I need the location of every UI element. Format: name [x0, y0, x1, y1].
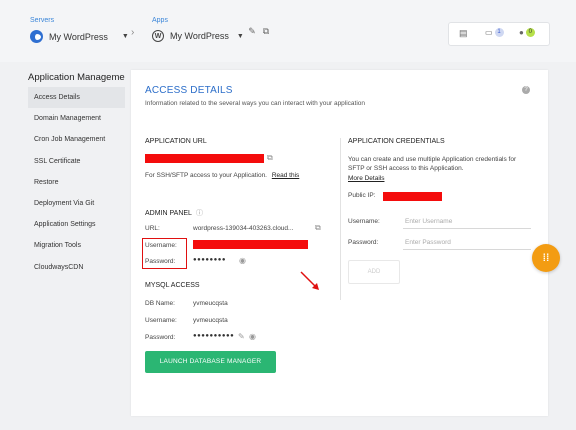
db-name-value: yvmeucqsta: [193, 300, 228, 307]
redacted-admin-username: [193, 240, 308, 249]
app-credentials-heading: APPLICATION CREDENTIALS: [348, 138, 445, 145]
sidebar-item-deployment-via-git[interactable]: Deployment Via Git: [28, 193, 125, 214]
public-ip-label: Public IP:: [348, 192, 376, 199]
server-name: My WordPress: [49, 31, 108, 42]
quick-actions-box: ▤ ▭ 1 ● 0: [448, 22, 550, 46]
server-selector[interactable]: My WordPress ▼: [30, 30, 129, 43]
page-subtitle: Information related to the several ways …: [145, 100, 366, 107]
mysql-access-heading: MYSQL ACCESS: [145, 282, 200, 289]
admin-password-label: Password:: [145, 258, 176, 265]
external-link-icon[interactable]: ⧉: [267, 153, 273, 163]
admin-panel-heading: ADMIN PANEL ⓘ: [145, 209, 203, 218]
wordpress-logo-icon: W: [152, 30, 164, 42]
application-url-heading: APPLICATION URL: [145, 138, 207, 145]
projects-folder-button[interactable]: ▭ 1: [485, 28, 504, 37]
external-link-icon[interactable]: ⧉: [260, 25, 272, 37]
sidebar-item-application-settings[interactable]: Application Settings: [28, 214, 125, 235]
annotation-arrow-icon: [300, 271, 319, 290]
user-icon: ●: [519, 28, 524, 37]
column-divider: [340, 138, 341, 300]
pencil-icon[interactable]: ✎: [238, 332, 245, 341]
team-members-button[interactable]: ● 0: [519, 28, 535, 37]
add-credentials-button[interactable]: ADD: [348, 260, 400, 284]
info-icon: ⓘ: [195, 210, 203, 217]
cloudways-logo-icon: [30, 30, 43, 43]
cred-username-label: Username:: [348, 218, 380, 225]
admin-password-mask: ●●●●●●●●: [193, 257, 226, 263]
read-this-link[interactable]: Read this: [272, 172, 299, 179]
db-name-label: DB Name:: [145, 300, 175, 307]
sidebar-item-domain-management[interactable]: Domain Management: [28, 108, 125, 129]
sidebar-item-restore[interactable]: Restore: [28, 172, 125, 193]
username-input[interactable]: Enter Username: [403, 215, 531, 229]
admin-username-label: Username:: [145, 242, 177, 249]
apps-label: Apps: [152, 17, 168, 24]
folder-icon: ▭: [485, 28, 493, 37]
external-link-icon[interactable]: ⧉: [315, 223, 321, 233]
access-details-card: ACCESS DETAILS Information related to th…: [131, 70, 548, 416]
sidebar-title: Application Management: [28, 72, 125, 83]
grid-icon: ⁞⁞: [542, 252, 550, 264]
admin-url-value[interactable]: wordpress-139034-403263.cloud...: [193, 225, 293, 232]
floating-menu-button[interactable]: ⁞⁞: [532, 244, 560, 272]
app-selector[interactable]: W My WordPress ▼: [152, 30, 244, 42]
db-password-mask: ●●●●●●●●●●: [193, 333, 235, 339]
top-bar: Servers My WordPress ▼ › Apps W My WordP…: [0, 0, 576, 62]
redacted-app-url: [145, 154, 264, 163]
sidebar: Application Management Access Details Do…: [28, 72, 125, 278]
sidebar-item-migration-tools[interactable]: Migration Tools: [28, 235, 125, 256]
more-details-link[interactable]: More Details: [348, 175, 384, 182]
eye-icon[interactable]: ◉: [249, 332, 256, 341]
db-username-label: Username:: [145, 317, 177, 324]
sidebar-item-cron-job-management[interactable]: Cron Job Management: [28, 129, 125, 150]
app-name: My WordPress: [170, 31, 229, 41]
sftp-note: For SSH/SFTP access to your Application.…: [145, 172, 300, 179]
password-input[interactable]: Enter Password: [403, 236, 531, 250]
page-title: ACCESS DETAILS: [145, 85, 233, 96]
db-username-value: yvmeucqsta: [193, 317, 228, 324]
notes-icon[interactable]: ▤: [459, 28, 468, 39]
help-icon[interactable]: ?: [522, 86, 530, 94]
user-count-badge: 0: [525, 28, 535, 37]
launch-database-manager-button[interactable]: LAUNCH DATABASE MANAGER: [145, 351, 276, 373]
caret-down-icon: ▼: [121, 33, 129, 40]
db-password-label: Password:: [145, 334, 176, 341]
sidebar-item-ssl-certificate[interactable]: SSL Certificate: [28, 151, 125, 172]
eye-icon[interactable]: ◉: [239, 256, 246, 265]
sidebar-item-cloudwayscdn[interactable]: CloudwaysCDN: [28, 257, 125, 278]
sidebar-item-access-details[interactable]: Access Details: [28, 87, 125, 109]
caret-down-icon: ▼: [236, 32, 244, 40]
servers-label: Servers: [30, 17, 55, 24]
edit-pencil-icon[interactable]: ✎: [246, 25, 258, 37]
chevron-right-icon: ›: [131, 27, 135, 38]
cred-password-label: Password:: [348, 239, 379, 246]
folder-count-badge: 1: [494, 28, 504, 37]
credentials-description: You can create and use multiple Applicat…: [348, 156, 517, 172]
admin-url-label: URL:: [145, 225, 160, 232]
redacted-public-ip: [383, 192, 442, 201]
